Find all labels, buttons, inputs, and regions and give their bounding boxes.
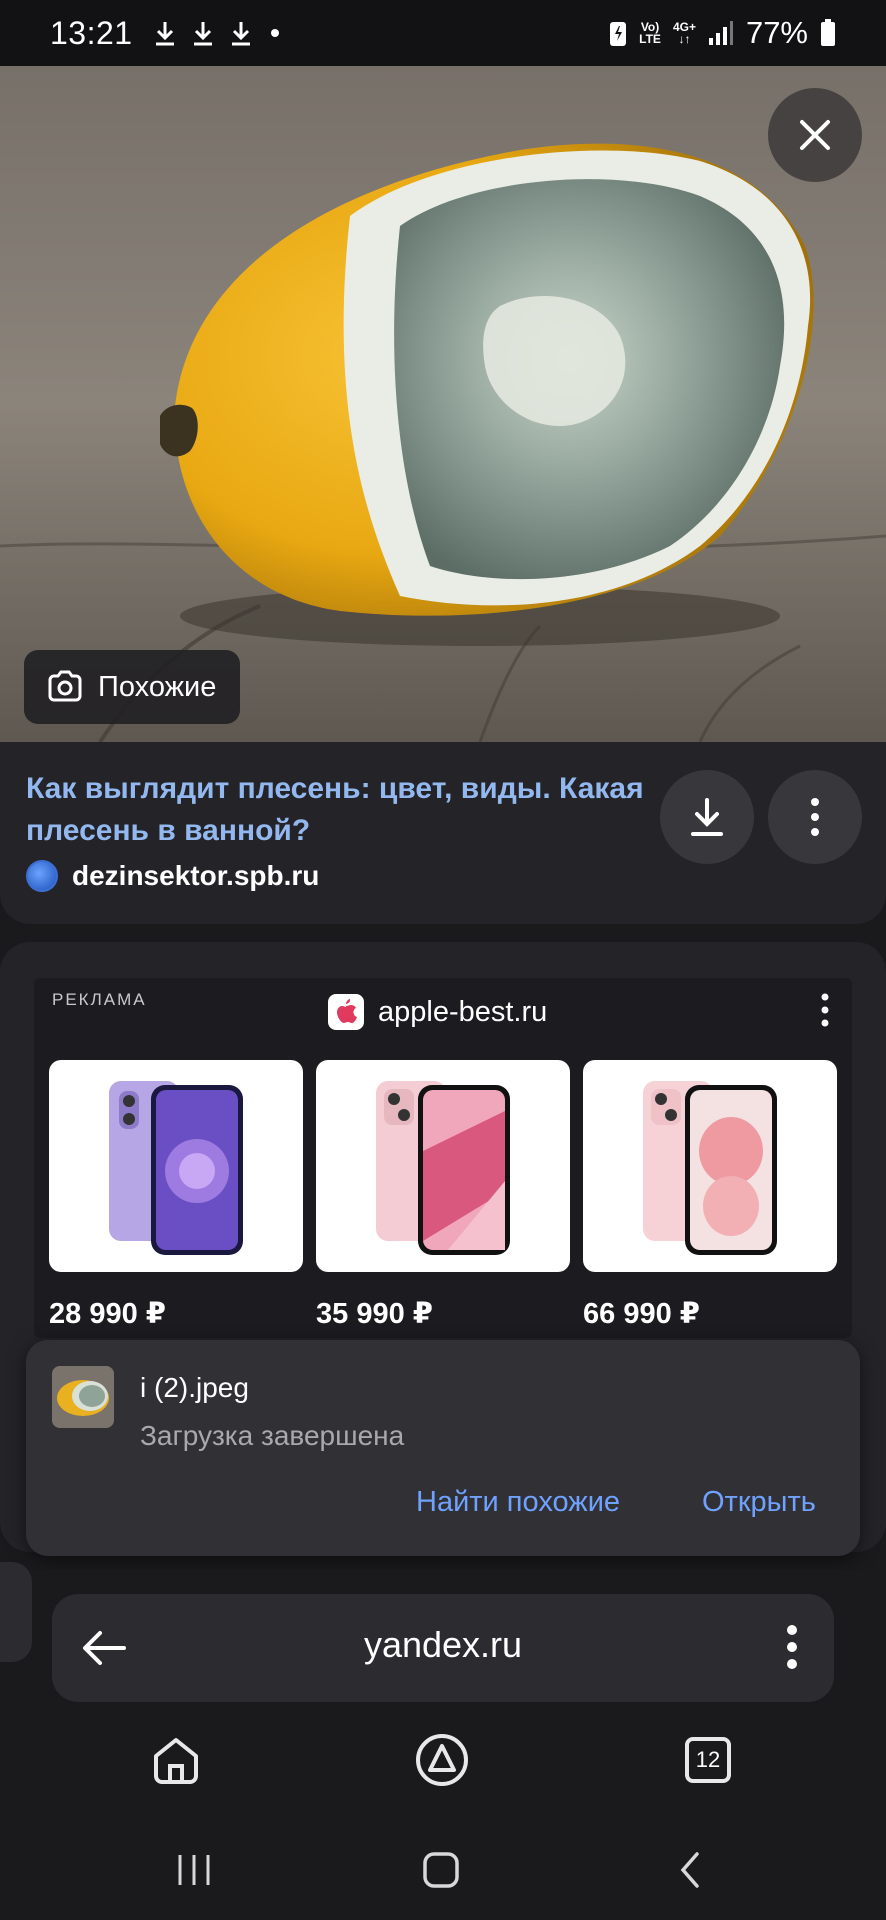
phone-image (109, 1081, 243, 1255)
recent-apps-icon (178, 1855, 210, 1885)
phone-image (376, 1081, 510, 1255)
volte-icon: Vo) LTE (639, 20, 661, 46)
close-icon (800, 120, 830, 150)
status-bar: 13:21 Vo) LTE 4G+ ↓↑ 77% (0, 0, 886, 66)
ad-block[interactable]: РЕКЛАМА apple-best.ru 28 990 ₽ 35 990 ₽ … (34, 978, 852, 1338)
alice-assistant-button[interactable] (412, 1730, 472, 1790)
download-notification-icon (193, 22, 212, 46)
download-button[interactable] (660, 770, 754, 864)
battery-icon (821, 19, 835, 46)
home-button[interactable] (146, 1730, 206, 1790)
more-vertical-icon (821, 993, 829, 1027)
image-preview[interactable]: Похожие (0, 66, 886, 742)
more-options-button[interactable] (768, 770, 862, 864)
product-price: 28 990 ₽ (49, 1298, 166, 1330)
source-domain: dezinsektor.spb.ru (72, 860, 320, 891)
downloaded-filename: i (2).jpeg (140, 1372, 249, 1403)
product-price: 66 990 ₽ (583, 1298, 700, 1330)
tabs-button[interactable]: 12 (678, 1730, 738, 1790)
home-icon (154, 1738, 198, 1784)
file-thumbnail (52, 1366, 114, 1428)
find-similar-button[interactable]: Найти похожие (416, 1486, 620, 1519)
battery-saver-icon (610, 22, 627, 46)
moldy-lemon-photo (0, 66, 886, 742)
ad-product[interactable]: 28 990 ₽ (49, 1060, 303, 1331)
more-vertical-icon (811, 798, 819, 836)
home-square-icon (423, 1852, 459, 1888)
ad-domain[interactable]: apple-best.ru (328, 994, 547, 1030)
recent-apps-button[interactable] (164, 1842, 224, 1898)
ad-label: РЕКЛАМА (52, 990, 147, 1009)
ad-product[interactable]: 35 990 ₽ (316, 1060, 570, 1331)
back-system-button[interactable] (660, 1842, 720, 1898)
download-notification-icon (155, 22, 174, 46)
ad-product[interactable]: 66 990 ₽ (583, 1060, 837, 1331)
more-vertical-icon (787, 1625, 797, 1669)
site-favicon-icon (26, 860, 58, 892)
more-notifications-dot (270, 29, 279, 37)
download-icon (691, 798, 723, 836)
battery-percent: 77% (745, 15, 808, 50)
ad-more-button[interactable] (820, 992, 830, 1033)
result-source[interactable]: dezinsektor.spb.ru (26, 860, 319, 892)
close-button[interactable] (768, 88, 862, 182)
download-notifications (153, 20, 253, 46)
product-image (316, 1060, 570, 1272)
download-status: Загрузка завершена (140, 1420, 405, 1451)
browser-menu-button[interactable] (786, 1624, 798, 1675)
download-notification-icon (231, 22, 250, 46)
network-type-icon: 4G+ ↓↑ (672, 20, 696, 46)
signal-icon (708, 21, 733, 45)
address-bar[interactable]: yandex.ru (52, 1594, 834, 1702)
product-image (49, 1060, 303, 1272)
similar-label: Похожие (98, 670, 217, 703)
product-price: 35 990 ₽ (316, 1298, 433, 1330)
chevron-left-icon (680, 1852, 699, 1888)
result-card: Как выглядит плесень: цвет, виды. Какая … (0, 742, 886, 924)
apple-logo-icon (328, 994, 364, 1030)
camera-lens-icon (48, 670, 82, 702)
status-time: 13:21 (50, 14, 133, 51)
download-complete-toast: i (2).jpeg Загрузка завершена Найти похо… (26, 1340, 860, 1556)
home-system-button[interactable] (411, 1842, 471, 1898)
tabs-count: 12 (685, 1737, 731, 1783)
previous-tab-peek[interactable] (0, 1562, 32, 1662)
url-text[interactable]: yandex.ru (52, 1624, 834, 1666)
similar-images-button[interactable]: Похожие (24, 650, 241, 724)
product-image (583, 1060, 837, 1272)
phone-image (643, 1081, 777, 1255)
alice-icon (416, 1734, 468, 1786)
open-file-button[interactable]: Открыть (702, 1486, 816, 1519)
result-title-link[interactable]: Как выглядит плесень: цвет, виды. Какая … (26, 768, 646, 852)
status-icons: Vo) LTE 4G+ ↓↑ 77% (609, 15, 836, 51)
